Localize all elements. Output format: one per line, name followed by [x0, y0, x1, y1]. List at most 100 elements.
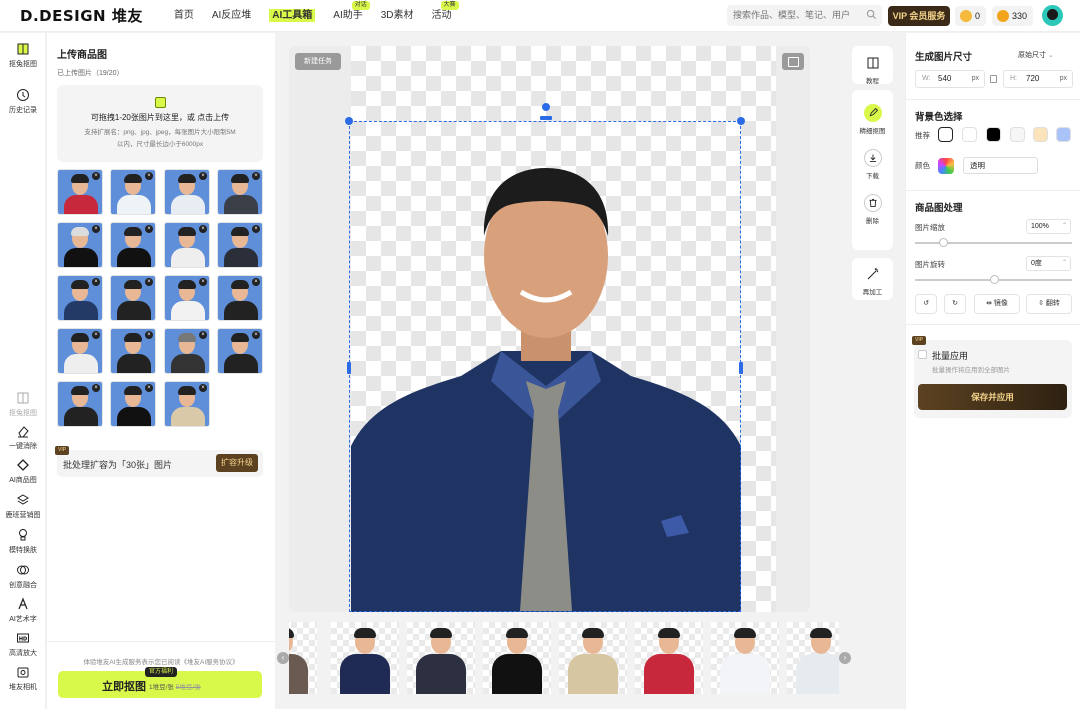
result-thumbnail[interactable]	[407, 622, 475, 694]
image-thumbnail[interactable]: ×	[57, 328, 103, 374]
lock-ratio-icon[interactable]	[990, 75, 997, 83]
bg-swatch-black[interactable]	[986, 127, 1001, 142]
image-thumbnail[interactable]: ×	[164, 169, 210, 215]
rail-item-product[interactable]: AI商品图	[0, 458, 46, 485]
remove-icon[interactable]: ×	[92, 331, 100, 339]
rotate-input[interactable]: 0度	[1026, 256, 1071, 271]
remove-icon[interactable]: ×	[92, 172, 100, 180]
batch-checkbox[interactable]	[918, 350, 927, 359]
image-thumbnail[interactable]: ×	[110, 222, 156, 268]
remove-icon[interactable]: ×	[92, 384, 100, 392]
rotate-slider[interactable]	[915, 275, 1072, 284]
upload-dropzone[interactable]: 可拖拽1-20张图片到这里，或 点击上传 支持扩展名：png、jpg、jpeg，…	[57, 85, 263, 162]
remove-icon[interactable]: ×	[199, 225, 207, 233]
result-thumbnail[interactable]	[559, 622, 627, 694]
download-button[interactable]: 下载	[852, 149, 893, 180]
width-field[interactable]: W: 540 px	[915, 70, 985, 88]
remove-icon[interactable]: ×	[199, 331, 207, 339]
image-thumbnail[interactable]: ×	[217, 222, 263, 268]
rail-item-cutout-2[interactable]: 抠兔抠图	[0, 391, 46, 418]
bg-swatch-white[interactable]	[962, 127, 977, 142]
flip-button[interactable]: ⇳ 翻转	[1026, 294, 1072, 314]
coin-balance[interactable]: 0	[955, 6, 987, 26]
vip-button[interactable]: VIP 会员服务	[888, 6, 950, 26]
filmstrip-prev-icon[interactable]: ‹	[277, 652, 289, 664]
remove-icon[interactable]: ×	[145, 331, 153, 339]
bg-swatch-cream[interactable]	[1033, 127, 1048, 142]
image-thumbnail[interactable]: ×	[110, 275, 156, 321]
search-input[interactable]	[727, 5, 882, 26]
result-thumbnail[interactable]	[635, 622, 703, 694]
rotate-right-button[interactable]: ↻	[944, 294, 966, 314]
image-thumbnail[interactable]: ×	[217, 169, 263, 215]
resize-handle-top[interactable]	[540, 116, 552, 120]
rail-item-art-text[interactable]: AI艺术字	[0, 597, 46, 624]
scale-slider-knob[interactable]	[939, 238, 949, 247]
image-thumbnail[interactable]: ×	[110, 381, 156, 427]
preview-canvas[interactable]: 新建任务	[289, 46, 810, 612]
filmstrip-next-icon[interactable]: ›	[839, 652, 851, 664]
image-thumbnail[interactable]: ×	[57, 169, 103, 215]
rail-item-model[interactable]: 模特换肤	[0, 528, 46, 555]
site-logo[interactable]: D.DESIGN 堆友	[20, 5, 143, 26]
color-picker-icon[interactable]	[938, 158, 954, 174]
remove-icon[interactable]: ×	[92, 225, 100, 233]
size-mode-select[interactable]: 原始尺寸 ⌄	[1018, 50, 1054, 60]
image-thumbnail[interactable]: ×	[110, 169, 156, 215]
result-thumbnail[interactable]	[483, 622, 551, 694]
nav-ai-toolbox[interactable]: AI工具箱	[260, 0, 324, 32]
rotate-handle[interactable]	[542, 103, 550, 111]
resize-handle-top-right[interactable]	[737, 117, 745, 125]
reprocess-button[interactable]: 再加工	[852, 265, 893, 296]
upgrade-button[interactable]: 扩容升级	[216, 454, 258, 472]
nav-home[interactable]: 首页	[165, 0, 203, 32]
result-thumbnail[interactable]	[331, 622, 399, 694]
result-thumbnail[interactable]	[289, 622, 317, 694]
bg-swatch-light[interactable]	[1010, 127, 1025, 142]
image-thumbnail[interactable]: ×	[217, 275, 263, 321]
scale-slider[interactable]	[915, 238, 1072, 247]
rotate-left-button[interactable]: ↺	[915, 294, 937, 314]
nav-ai-reactor[interactable]: AI反应堆	[203, 0, 260, 32]
rail-item-hd[interactable]: HD 高清放大	[0, 631, 46, 658]
image-thumbnail[interactable]: ×	[217, 328, 263, 374]
delete-button[interactable]: 删除	[852, 194, 893, 225]
remove-icon[interactable]: ×	[252, 172, 260, 180]
rail-item-blend[interactable]: 创意融合	[0, 563, 46, 590]
image-thumbnail[interactable]: ×	[57, 222, 103, 268]
selection-box[interactable]	[349, 121, 741, 612]
scale-input[interactable]: 100%	[1026, 219, 1071, 234]
image-thumbnail[interactable]: ×	[164, 381, 210, 427]
save-apply-button[interactable]: 保存并应用	[918, 384, 1067, 410]
rail-item-eraser[interactable]: 一键消除	[0, 424, 46, 451]
remove-icon[interactable]: ×	[252, 225, 260, 233]
height-field[interactable]: H: 720 px	[1003, 70, 1073, 88]
new-task-button[interactable]: 新建任务	[295, 53, 341, 70]
image-thumbnail[interactable]: ×	[164, 328, 210, 374]
tutorial-button[interactable]: 教程	[852, 54, 893, 85]
rail-item-marketing[interactable]: 鹿班营销图	[0, 493, 46, 520]
image-thumbnail[interactable]: ×	[110, 328, 156, 374]
result-thumbnail[interactable]	[711, 622, 779, 694]
bg-swatch-transparent[interactable]	[938, 127, 953, 142]
start-cutout-button[interactable]: 官方福利 立即抠图 1堆豆/张 5堆豆/张	[58, 667, 262, 698]
agreement-text[interactable]: 体验堆友AI生成服务表示您已阅读《堆友AI服务协议》	[47, 656, 275, 666]
points-balance[interactable]: 330	[992, 6, 1034, 26]
nav-ai-assistant[interactable]: AI助手 对话	[324, 0, 371, 32]
resize-handle-right[interactable]	[739, 362, 743, 374]
result-thumbnail[interactable]	[787, 622, 839, 694]
bg-swatch-blue[interactable]	[1056, 127, 1071, 142]
image-thumbnail[interactable]: ×	[164, 275, 210, 321]
rotate-slider-knob[interactable]	[989, 275, 999, 284]
image-thumbnail[interactable]: ×	[57, 381, 103, 427]
remove-icon[interactable]: ×	[92, 278, 100, 286]
bg-color-input[interactable]: 透明	[963, 157, 1038, 174]
remove-icon[interactable]: ×	[252, 331, 260, 339]
mirror-button[interactable]: ⇹ 镜像	[974, 294, 1020, 314]
remove-icon[interactable]: ×	[199, 278, 207, 286]
rail-item-cutout[interactable]: 抠兔抠图	[0, 42, 46, 69]
remove-icon[interactable]: ×	[145, 278, 153, 286]
search-icon[interactable]	[866, 9, 877, 20]
image-thumbnail[interactable]: ×	[57, 275, 103, 321]
remove-icon[interactable]: ×	[145, 225, 153, 233]
